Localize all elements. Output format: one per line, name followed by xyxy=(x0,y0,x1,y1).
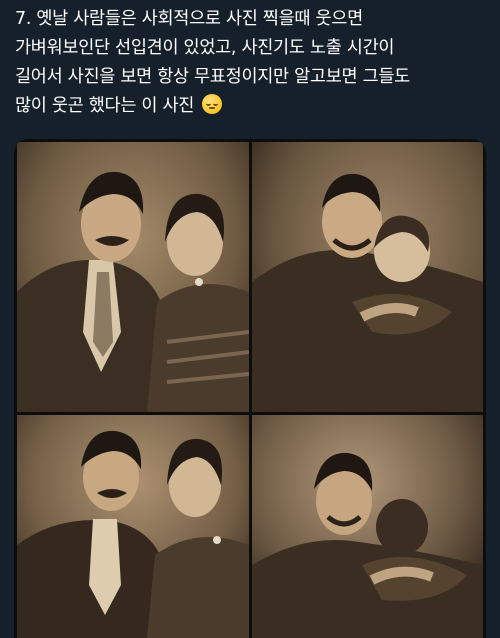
tweet-text-line-4-text: 많이 웃곤 했다는 이 사진 xyxy=(15,96,195,116)
serious-couple-photo xyxy=(17,142,249,412)
photo-frame-bottom-right xyxy=(252,415,483,638)
tweet-text-line-2: 가벼워보인단 선입견이 있었고, 사진기도 노출 시간이 xyxy=(15,38,395,58)
relieved-face-emoji-icon xyxy=(202,94,223,114)
photo-frame-top-left xyxy=(17,142,249,412)
tweet-media-image[interactable] xyxy=(14,139,486,638)
serious-couple-photo xyxy=(17,415,249,638)
tweet-text-line-1: 7. 옛날 사람들은 사회적으로 사진 찍을때 웃으면 xyxy=(15,9,363,29)
tweet-text-line-4: 많이 웃곤 했다는 이 사진 xyxy=(15,92,495,121)
laughing-couple-photo xyxy=(252,415,483,638)
tweet-text-line-3: 길어서 사진을 보면 항상 무표정이지만 알고보면 그들도 xyxy=(15,67,410,87)
photo-frame-bottom-left xyxy=(17,415,249,638)
laughing-couple-photo xyxy=(252,142,483,412)
tweet-text: 7. 옛날 사람들은 사회적으로 사진 찍을때 웃으면 가벼워보인단 선입견이 … xyxy=(15,5,495,121)
photo-frame-top-right xyxy=(252,142,483,412)
